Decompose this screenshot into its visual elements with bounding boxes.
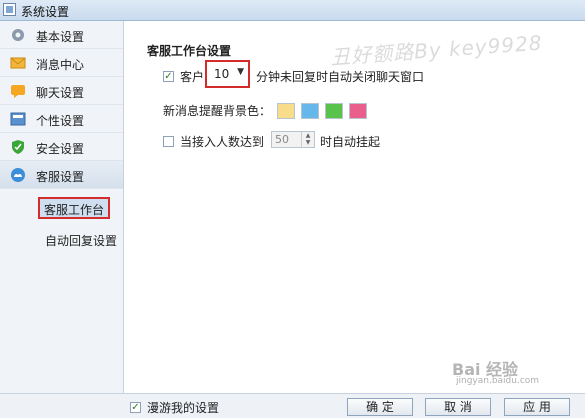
roam-label: 漫游我的设置	[147, 401, 220, 415]
sidebar-item-security[interactable]: 安全设置	[0, 133, 123, 161]
sidebar-subitem-workbench[interactable]: 客服工作台	[38, 197, 111, 219]
auto-close-suffix: 分钟未回复时自动关闭聊天窗口	[256, 70, 425, 84]
sidebar-item-label: 聊天设置	[36, 86, 85, 100]
minutes-dropdown[interactable]: 10 ▼	[205, 60, 250, 88]
baidu-watermark-url: jingyan.baidu.com	[456, 376, 540, 386]
minutes-value: 10	[214, 67, 230, 81]
hangup-count-stepper[interactable]: 50 ▲ ▼	[271, 131, 315, 148]
title-bar: 系统设置	[0, 0, 585, 21]
auto-hangup-prefix: 当接入人数达到	[180, 135, 265, 149]
apply-button[interactable]: 应 用	[504, 398, 570, 416]
swatch-pink[interactable]	[349, 102, 368, 119]
auto-close-row: ✓ 客户	[163, 68, 204, 85]
swatch-blue[interactable]	[301, 102, 320, 119]
sidebar-item-chat[interactable]: 聊天设置	[0, 77, 123, 105]
sidebar-item-basic[interactable]: 基本设置	[0, 21, 123, 49]
sidebar-item-label: 个性设置	[36, 114, 85, 128]
section-title: 客服工作台设置	[147, 44, 232, 58]
footer-bar: ✓ 漫游我的设置 确 定 取 消 应 用	[0, 393, 585, 418]
bg-color-label: 新消息提醒背景色：	[163, 104, 272, 118]
auto-close-prefix: 客户	[180, 70, 205, 84]
auto-hangup-checkbox[interactable]	[163, 136, 174, 147]
bg-color-row: 新消息提醒背景色：	[163, 102, 368, 119]
sidebar-item-messages[interactable]: 消息中心	[0, 49, 123, 77]
sidebar-item-label: 安全设置	[36, 142, 85, 156]
sidebar-item-label: 基本设置	[36, 30, 85, 44]
chat-bubble-icon	[10, 83, 26, 99]
stepper-buttons[interactable]: ▲ ▼	[301, 132, 314, 147]
swatch-yellow[interactable]	[277, 102, 296, 119]
auto-hangup-suffix-row: 时自动挂起	[320, 133, 380, 150]
auto-close-suffix-row: 分钟未回复时自动关闭聊天窗口	[256, 68, 424, 85]
cancel-button[interactable]: 取 消	[425, 398, 491, 416]
hangup-count-value: 50	[275, 133, 289, 146]
gear-icon	[10, 27, 26, 43]
sidebar-item-personal[interactable]: 个性设置	[0, 105, 123, 133]
window-title: 系统设置	[21, 5, 70, 19]
auto-close-checkbox[interactable]: ✓	[163, 71, 174, 82]
sidebar-item-label: 客服设置	[36, 170, 85, 184]
cloud-icon	[10, 167, 26, 183]
sidebar: 基本设置 消息中心 聊天设置 个性设置 安全设置 客服设置 客服工作台 自动回复…	[0, 21, 124, 393]
auto-hangup-suffix: 时自动挂起	[320, 135, 381, 149]
author-watermark: 丑好额路By key9928	[329, 30, 544, 70]
sidebar-item-label: 消息中心	[36, 58, 85, 72]
shield-icon	[10, 139, 26, 155]
sidebar-subitem-auto-reply[interactable]: 自动回复设置	[45, 232, 117, 254]
sidebar-item-customer-service[interactable]: 客服设置	[0, 161, 123, 189]
swatch-green[interactable]	[325, 102, 344, 119]
chevron-down-icon: ▼	[237, 67, 244, 77]
profile-card-icon	[10, 111, 26, 127]
app-icon	[3, 3, 16, 16]
ok-button[interactable]: 确 定	[347, 398, 413, 416]
roam-row: ✓ 漫游我的设置	[130, 399, 219, 416]
auto-hangup-row: 当接入人数达到	[163, 133, 264, 150]
roam-checkbox[interactable]: ✓	[130, 402, 141, 413]
envelope-icon	[10, 55, 26, 71]
